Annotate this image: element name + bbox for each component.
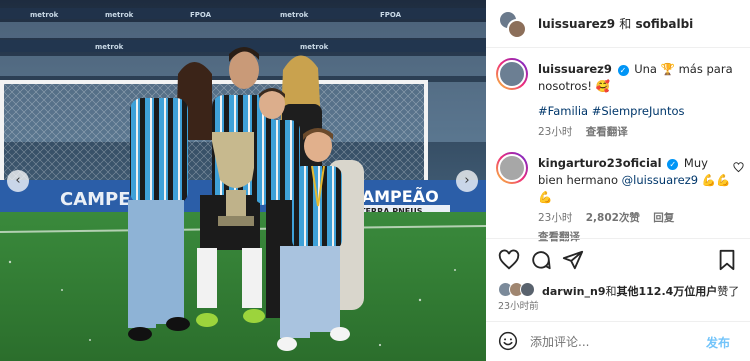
caption-body: luissuarez9 ✓ Una 🏆 más para nosotros! 🥰…	[538, 61, 734, 141]
heart-icon[interactable]	[498, 249, 520, 271]
post-authors: luissuarez9 和 sofibalbi	[538, 15, 693, 32]
comment-like-icon[interactable]	[733, 162, 744, 176]
board-text-6: metrok	[95, 43, 124, 51]
comment-avatar[interactable]	[496, 152, 528, 184]
reply-button[interactable]: 回复	[653, 212, 674, 224]
share-icon[interactable]	[562, 249, 584, 271]
likes-others[interactable]: 其他112.4万位用户	[616, 285, 717, 298]
caption-text-before: Una	[634, 62, 661, 76]
comment-meta: 23小时 2,802次赞 回复	[538, 210, 734, 227]
post-time[interactable]: 23小时前	[498, 298, 539, 312]
caption-text: luissuarez9 ✓ Una 🏆 más para nosotros! 🥰	[538, 61, 734, 95]
post-actions	[486, 238, 750, 280]
caption-time: 23小时	[538, 126, 573, 138]
comment-likes[interactable]: 2,802次赞	[586, 212, 640, 224]
post-side-panel: luissuarez9 和 sofibalbi luissuarez9 ✓ Un…	[486, 0, 750, 361]
caption-avatar[interactable]	[496, 58, 528, 90]
verified-icon: ✓	[667, 159, 679, 170]
board-text-1: metrok	[30, 11, 59, 19]
avatar	[498, 60, 526, 88]
comment-text: kingarturo23oficial ✓ Muy bien hermano @…	[538, 155, 734, 206]
verified-icon: ✓	[617, 65, 629, 76]
banner-text-left: CAMPE	[60, 189, 131, 210]
comment-icon[interactable]	[530, 249, 552, 271]
post-photo: metrok metrok FPOA metrok FPOA metrok me…	[0, 0, 486, 361]
avatar[interactable]	[520, 282, 535, 297]
post-comment-button[interactable]: 发布	[706, 334, 730, 351]
board-text-5: FPOA	[380, 11, 402, 19]
author-username-1[interactable]: luissuarez9	[538, 17, 615, 31]
board-text-2: metrok	[105, 11, 134, 19]
comment-body: kingarturo23oficial ✓ Muy bien hermano @…	[538, 155, 734, 246]
next-photo-button[interactable]: ›	[456, 170, 478, 192]
comment-mention[interactable]: @luissuarez9	[622, 173, 698, 187]
caption-hashtags[interactable]: #Familia #SiempreJuntos	[538, 103, 734, 120]
comment-composer: 发布	[486, 321, 750, 361]
trophy-emoji: 🏆	[660, 62, 675, 76]
likes-suffix: 赞了	[717, 285, 740, 298]
board-text-7: metrok	[300, 43, 329, 51]
liker-username[interactable]: darwin_n9	[542, 285, 605, 298]
board-text-4: metrok	[280, 11, 309, 19]
emoji-icon[interactable]	[498, 331, 518, 351]
author-username-2[interactable]: sofibalbi	[635, 17, 693, 31]
authors-connector: 和	[619, 17, 632, 31]
caption-username[interactable]: luissuarez9	[538, 62, 612, 76]
caption-block: luissuarez9 ✓ Una 🏆 más para nosotros! 🥰…	[486, 58, 750, 146]
avatar	[498, 154, 526, 182]
comment-username[interactable]: kingarturo23oficial	[538, 156, 662, 170]
avatar[interactable]	[507, 19, 527, 39]
heart-face-emoji: 🥰	[595, 79, 610, 93]
previous-photo-button[interactable]: ‹	[7, 170, 29, 192]
comment-input[interactable]	[530, 332, 690, 352]
caption-meta: 23小时 查看翻译	[538, 124, 734, 141]
likes-connector: 和	[605, 285, 617, 298]
see-translation-link[interactable]: 查看翻译	[586, 126, 628, 138]
bookmark-icon[interactable]	[716, 249, 738, 271]
comment-item: kingarturo23oficial ✓ Muy bien hermano @…	[486, 152, 750, 243]
comment-time: 23小时	[538, 212, 573, 224]
photo-scene: metrok metrok FPOA metrok FPOA metrok me…	[0, 0, 486, 361]
likes-text: darwin_n9和其他112.4万位用户赞了	[542, 283, 739, 299]
post-header: luissuarez9 和 sofibalbi	[486, 0, 750, 48]
board-text-3: FPOA	[190, 11, 212, 19]
collab-avatars[interactable]	[498, 10, 527, 39]
